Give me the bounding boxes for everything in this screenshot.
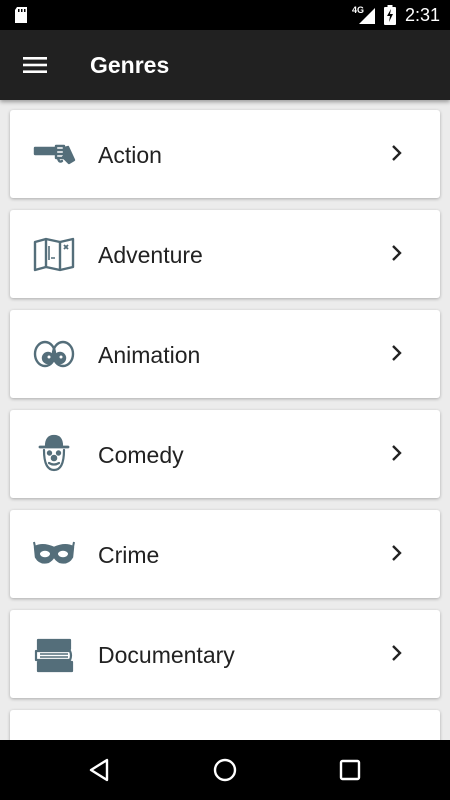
- map-icon: [32, 232, 76, 276]
- genre-label: Animation: [98, 342, 201, 368]
- genre-list[interactable]: Action Adventure Animation Comedy Crime …: [0, 100, 450, 740]
- chevron-right-icon: [392, 245, 402, 261]
- sd-card-icon: [15, 7, 27, 23]
- recents-button[interactable]: [336, 756, 364, 784]
- cartoon-eyes-icon: [32, 332, 76, 376]
- genre-label: Action: [98, 142, 162, 168]
- revolver-icon: [32, 132, 76, 176]
- genre-item-animation[interactable]: Animation: [10, 310, 440, 398]
- genre-item-comedy[interactable]: Comedy: [10, 410, 440, 498]
- genre-item-adventure[interactable]: Adventure: [10, 210, 440, 298]
- menu-button[interactable]: [14, 44, 56, 86]
- clock: 2:31: [405, 5, 441, 25]
- chevron-right-icon: [392, 445, 402, 461]
- back-button[interactable]: [86, 756, 114, 784]
- page-title: Genres: [90, 52, 170, 78]
- genre-item-action[interactable]: Action: [10, 110, 440, 198]
- navigation-bar: [0, 740, 450, 800]
- genre-item-documentary[interactable]: Documentary: [10, 610, 440, 698]
- genre-label: Documentary: [98, 642, 235, 668]
- genre-item-crime[interactable]: Crime: [10, 510, 440, 598]
- genre-label: Adventure: [98, 242, 203, 268]
- status-bar: 4G 2:31: [0, 0, 450, 30]
- hamburger-menu-icon: [23, 57, 47, 73]
- chevron-right-icon: [392, 645, 402, 661]
- signal-icon: [359, 8, 375, 24]
- books-icon: [32, 632, 76, 676]
- clown-icon: [32, 432, 76, 476]
- chevron-right-icon: [392, 345, 402, 361]
- chevron-right-icon: [392, 145, 402, 161]
- partial-icon: [32, 732, 76, 740]
- home-button[interactable]: [211, 756, 239, 784]
- genre-item-partial[interactable]: [10, 710, 440, 740]
- genre-label: Comedy: [98, 442, 184, 468]
- mask-icon: [32, 532, 76, 576]
- genre-label: Crime: [98, 542, 160, 568]
- chevron-right-icon: [392, 545, 402, 561]
- app-bar: Genres: [0, 30, 450, 100]
- battery-charging-icon: [384, 5, 396, 25]
